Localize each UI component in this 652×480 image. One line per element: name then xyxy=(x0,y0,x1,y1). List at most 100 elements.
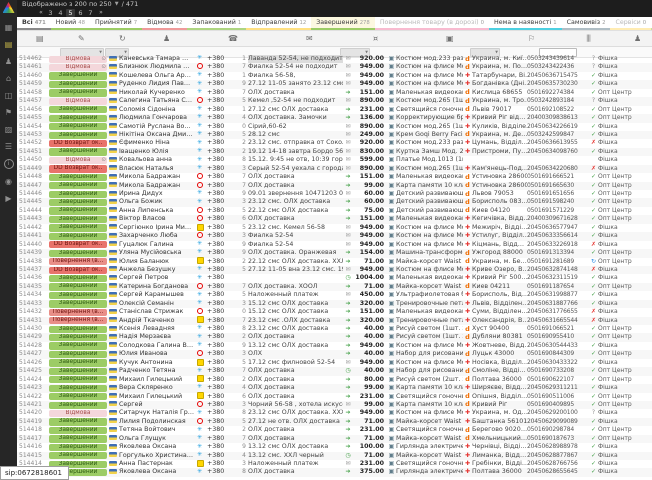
order-row[interactable]: 514426ЗавершенийКучук Антонина+380517.12… xyxy=(17,359,652,367)
product-name[interactable]: Маленькая видеокамера SQ8 *… xyxy=(396,274,463,282)
phone-number[interactable]: +380 xyxy=(207,190,238,198)
tracking-number[interactable]: 0501691281689 xyxy=(527,258,589,266)
tab-Завершений[interactable]: Завершений278 xyxy=(311,17,375,30)
tracking-number[interactable]: 0501692108522 xyxy=(527,106,589,114)
order-comment[interactable]: Наложенный платеж xyxy=(248,460,343,468)
order-comment[interactable]: ОЛХ доставка xyxy=(248,384,343,392)
sent-message-icon[interactable]: ➔ xyxy=(343,308,353,316)
order-comment[interactable]: 17.12 смс филновой 52-54 xyxy=(248,359,343,367)
order-row[interactable]: 514452DD Возврат ок..Єфименко Ніна✳+3802… xyxy=(17,139,652,147)
message-icon[interactable]: ✉ xyxy=(343,401,353,409)
phone-number[interactable]: +380 xyxy=(207,409,238,417)
product-name[interactable]: Платье Мод.1013 (1шт. х 599.00… xyxy=(396,156,463,164)
last-page-button[interactable]: » xyxy=(96,9,105,17)
tracking-number[interactable]: 20450630433322 xyxy=(527,359,589,367)
sent-message-icon[interactable]: ➔ xyxy=(343,249,353,257)
product-name[interactable]: Маленькая видеокамера SQ8 *… xyxy=(396,308,463,316)
phone-number[interactable]: +380 xyxy=(207,139,238,147)
status-badge[interactable]: Завершений xyxy=(49,199,107,206)
tracking-number[interactable]: 0501690622107 xyxy=(527,376,589,384)
phone-number[interactable]: +380 xyxy=(207,55,238,63)
phone-number[interactable]: +380 xyxy=(207,258,238,266)
message-icon[interactable]: ✉ xyxy=(343,80,353,88)
tab-Відправлений[interactable]: Відправлений12 xyxy=(246,17,311,30)
product-icon[interactable]: ▣ xyxy=(446,33,454,44)
sent-message-icon[interactable]: ➔ xyxy=(343,426,353,434)
customer-name[interactable]: Сергей xyxy=(119,401,197,409)
status-badge[interactable]: Завершений xyxy=(49,148,107,155)
status-badge[interactable]: Завершений xyxy=(49,123,107,130)
order-comment[interactable]: Серый 52-54 уехала с города xyxy=(248,165,343,173)
location-icon[interactable]: ⚐ xyxy=(528,33,535,44)
tracking-number[interactable]: 20450634098760 xyxy=(527,148,589,156)
customer-name[interactable]: Ситарчук Наталія Гр… xyxy=(119,409,197,417)
finance-icon[interactable]: ⌂ xyxy=(2,72,15,85)
order-id-icon[interactable]: ▤ xyxy=(36,33,44,44)
order-comment[interactable]: ОЛХ доставка. ХООЛ xyxy=(248,283,343,291)
status-badge[interactable]: Відмова xyxy=(49,98,107,105)
order-row[interactable]: 514416ЗавершенийЯковлева Оксана✳+380913.… xyxy=(17,443,652,451)
order-row[interactable]: 514438Повернення (в…Юлия Баланюк+380222.… xyxy=(17,258,652,266)
status-badge[interactable]: Завершений xyxy=(49,250,107,257)
comment-icon[interactable]: ✉ xyxy=(306,33,313,44)
order-row[interactable]: 514441ЗавершенийЗахарченко Люба+3803Фиал… xyxy=(17,232,652,240)
tracking-number[interactable]: 0503242893184 xyxy=(527,97,589,105)
order-row[interactable]: 514423ЗавершенийВера Скляренко✳+3804ОЛХ … xyxy=(17,384,652,392)
phone-number[interactable]: +380 xyxy=(207,114,238,122)
product-name[interactable]: Костюм мод.265 (1шт. х 890.00 … xyxy=(396,165,463,173)
product-name[interactable]: Карта памяти 10 класс - 32Гб *1… xyxy=(396,182,463,190)
order-row[interactable]: 514429ЗавершенийНадія Мерзаєва✳+3802ОЛХ … xyxy=(17,333,652,341)
customer-name[interactable]: Ирина Дидух xyxy=(119,190,197,198)
phone-number[interactable]: +380 xyxy=(207,106,238,114)
product-name[interactable]: Светящийся гоночный трек Ма… xyxy=(396,460,463,468)
order-comment[interactable]: 23.12 смс. Кемел 56-58 xyxy=(248,224,343,232)
sent-message-icon[interactable]: ➔ xyxy=(343,468,353,476)
customer-name[interactable]: Ольга Божик xyxy=(119,198,197,206)
status-badge[interactable]: Повернення (в… xyxy=(49,258,107,265)
order-comment[interactable]: ОЛХ доставка xyxy=(248,376,343,384)
tracking-number[interactable]: 20450628655645 xyxy=(527,468,589,476)
order-comment[interactable]: Сірий,60-62 xyxy=(248,123,343,131)
product-name[interactable]: Светящийся гоночный трек Ма… xyxy=(396,426,463,434)
tracking-number[interactable]: 20450628877867 xyxy=(527,452,589,460)
customer-name[interactable]: Анна Липенська xyxy=(119,207,197,215)
phone-number[interactable]: +380 xyxy=(207,317,238,325)
message-icon[interactable]: ✉ xyxy=(343,232,353,240)
message-icon[interactable]: ✉ xyxy=(343,123,353,131)
order-comment[interactable]: Чорний 56-58 , хотела искусс… xyxy=(248,401,343,409)
order-comment[interactable]: 23.12 смс. отправка от Сокол… xyxy=(248,139,343,147)
customer-name[interactable]: Віктор Власов xyxy=(119,215,197,223)
page-button[interactable]: 3 xyxy=(46,9,55,17)
tracking-number[interactable]: 0501690187673 xyxy=(527,435,589,443)
tracking-number[interactable]: 0501691666521 xyxy=(527,173,589,181)
pending-icon[interactable]: ◷ xyxy=(343,274,353,282)
order-comment[interactable]: ОЛХ доставка xyxy=(248,426,343,434)
sent-message-icon[interactable]: ➔ xyxy=(343,333,353,341)
order-row[interactable]: 514439ЗавершенийУляна Мусійовська✳+3809О… xyxy=(17,249,652,257)
status-badge[interactable]: Завершений xyxy=(49,292,107,299)
product-name[interactable]: Набор для рисования в темнот… xyxy=(396,350,463,358)
order-comment[interactable]: 23.12 смс. ОЛХ доставка xyxy=(248,198,343,206)
customer-name[interactable]: Кошелева Ольга Ар… xyxy=(119,72,197,80)
phone-number[interactable]: +380 xyxy=(207,333,238,341)
tracking-number[interactable]: 20450636715475 xyxy=(527,72,589,80)
apps-icon[interactable]: ▦ xyxy=(2,21,15,34)
tracking-number[interactable]: 20450635730230 xyxy=(527,80,589,88)
tracking-number[interactable]: 20400309671628 xyxy=(527,215,589,223)
product-name[interactable]: Костюм мод.265 (1шт. х 890.00… xyxy=(396,97,463,105)
customer-name[interactable]: Горгулько Христина… xyxy=(119,452,197,460)
product-name[interactable]: Детский развивающий констру… xyxy=(396,207,463,215)
phone-number[interactable]: +380 xyxy=(207,123,238,131)
customer-name[interactable]: Захарченко Люба xyxy=(119,232,197,240)
first-page-button[interactable]: « xyxy=(36,9,45,17)
phone-number[interactable]: +380 xyxy=(207,350,238,358)
product-name[interactable]: Тренировочные петли TRX Train… xyxy=(396,300,463,308)
product-name[interactable]: Костюм на флисе Мод.1014 (1ш… xyxy=(396,241,463,249)
page-button[interactable]: 7 xyxy=(86,9,95,17)
watch-icon[interactable]: ◉ xyxy=(2,175,15,188)
status-badge[interactable]: DD Возврат ок.. xyxy=(49,241,107,248)
order-comment[interactable]: ОЛХ доставка xyxy=(248,468,343,476)
status-badge[interactable]: Завершений xyxy=(49,216,107,223)
product-name[interactable]: Костюм на флисе Мод.1014 (1ш… xyxy=(396,224,463,232)
message-icon[interactable]: ✉ xyxy=(343,190,353,198)
